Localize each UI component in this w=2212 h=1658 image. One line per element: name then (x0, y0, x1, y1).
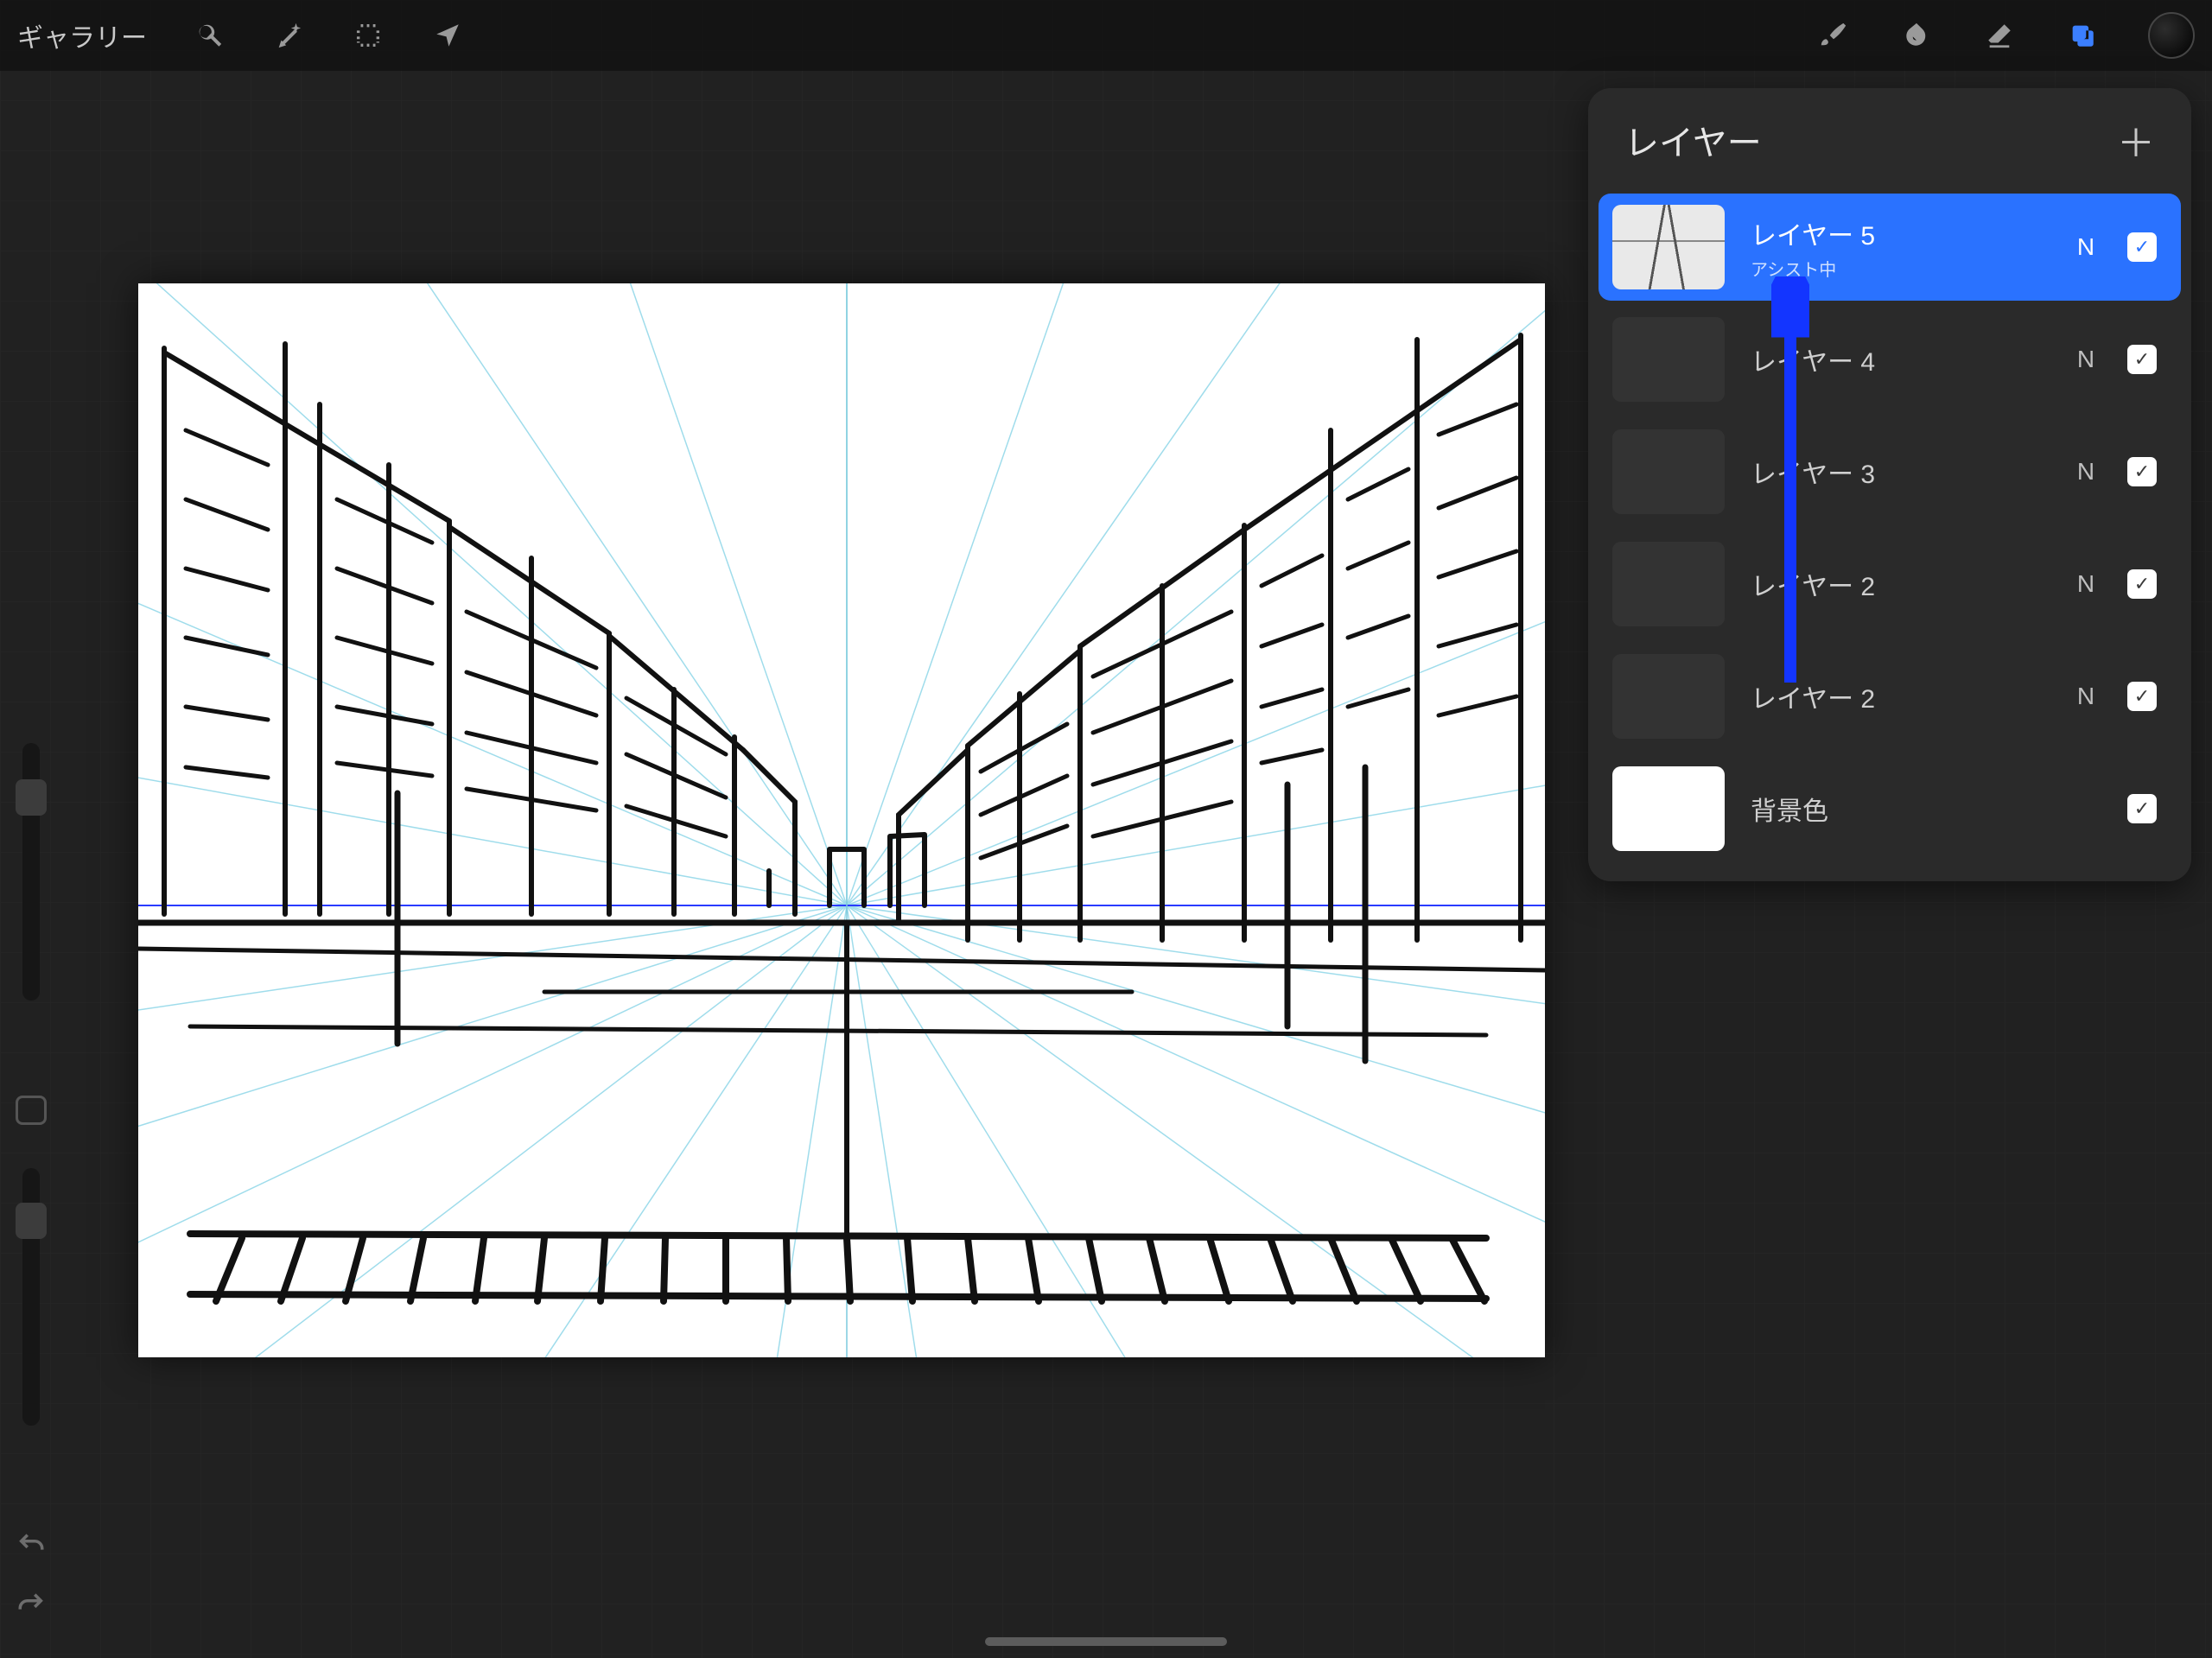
gallery-button[interactable]: ギャラリー (17, 16, 147, 54)
layer-row[interactable]: レイヤー 2 N ✓ (1599, 643, 2181, 750)
layer-blend-mode[interactable]: N (2070, 683, 2101, 710)
modifier-button[interactable] (16, 1096, 47, 1126)
layers-icon[interactable] (2065, 18, 2100, 53)
transform-arrow-icon[interactable] (430, 18, 465, 53)
layer-blend-mode[interactable]: N (2070, 458, 2101, 486)
brush-opacity-slider[interactable] (22, 1168, 40, 1426)
selection-icon[interactable] (351, 18, 385, 53)
layer-name-label: レイヤー 2 (1751, 565, 2044, 603)
layer-visibility-checkbox[interactable]: ✓ (2127, 232, 2157, 262)
layer-row[interactable]: レイヤー 3 N ✓ (1599, 418, 2181, 525)
layer-thumbnail[interactable] (1612, 205, 1725, 289)
layer-row[interactable]: レイヤー 4 N ✓ (1599, 306, 2181, 413)
add-layer-button[interactable]: ＋ (2117, 112, 2155, 168)
brush-size-thumb[interactable] (16, 779, 47, 816)
layer-thumbnail[interactable] (1612, 317, 1725, 402)
color-picker-chip[interactable] (2148, 12, 2195, 59)
layer-visibility-checkbox[interactable]: ✓ (2127, 569, 2157, 599)
layer-row[interactable]: 背景色 ✓ (1599, 755, 2181, 862)
layer-meta: レイヤー 2 (1751, 677, 2044, 715)
eraser-icon[interactable] (1982, 18, 2017, 53)
layer-name-label: レイヤー 2 (1751, 677, 2044, 715)
wand-icon[interactable] (271, 18, 306, 53)
redo-button[interactable] (16, 1590, 46, 1623)
layers-list: レイヤー 5アシスト中N✓レイヤー 4N✓レイヤー 3N✓レイヤー 2N✓レイヤ… (1588, 194, 2191, 881)
layer-name-label: レイヤー 3 (1751, 453, 2044, 491)
layer-meta: レイヤー 5 アシスト中 (1751, 214, 2044, 281)
layer-visibility-checkbox[interactable]: ✓ (2127, 682, 2157, 711)
layer-name-label: レイヤー 5 (1751, 214, 2044, 252)
layer-row[interactable]: レイヤー 5 アシスト中 N ✓ (1599, 194, 2181, 301)
toolbar-left-group: ギャラリー (17, 16, 465, 54)
home-indicator (985, 1637, 1227, 1646)
layer-name-label: 背景色 (1751, 790, 2044, 828)
smudge-icon[interactable] (1899, 18, 1934, 53)
layer-blend-mode[interactable]: N (2070, 233, 2101, 261)
top-toolbar: ギャラリー (0, 0, 2212, 71)
layers-panel-header: レイヤー ＋ (1588, 88, 2191, 194)
left-sidebar (3, 743, 59, 1426)
brush-opacity-thumb[interactable] (16, 1203, 47, 1239)
layers-panel: レイヤー ＋ レイヤー 5アシスト中N✓レイヤー 4N✓レイヤー 3N✓レイヤー… (1588, 88, 2191, 881)
undo-button[interactable] (16, 1530, 46, 1564)
layer-name-label: レイヤー 4 (1751, 340, 2044, 378)
layer-blend-mode[interactable]: N (2070, 570, 2101, 598)
layer-visibility-checkbox[interactable]: ✓ (2127, 794, 2157, 823)
layer-thumbnail[interactable] (1612, 766, 1725, 851)
layer-meta: レイヤー 3 (1751, 453, 2044, 491)
canvas[interactable] (138, 283, 1545, 1357)
brush-size-slider[interactable] (22, 743, 40, 1001)
layer-meta: 背景色 (1751, 790, 2044, 828)
layer-meta: レイヤー 2 (1751, 565, 2044, 603)
layer-meta: レイヤー 4 (1751, 340, 2044, 378)
layer-thumbnail[interactable] (1612, 542, 1725, 626)
undo-redo-group (3, 1530, 59, 1623)
toolbar-right-group (1816, 12, 2195, 59)
layers-panel-title: レイヤー (1624, 115, 1762, 165)
layer-row[interactable]: レイヤー 2 N ✓ (1599, 530, 2181, 638)
wrench-icon[interactable] (192, 18, 226, 53)
layer-thumbnail[interactable] (1612, 654, 1725, 739)
layer-visibility-checkbox[interactable]: ✓ (2127, 345, 2157, 374)
layer-visibility-checkbox[interactable]: ✓ (2127, 457, 2157, 486)
layer-blend-mode[interactable]: N (2070, 346, 2101, 373)
brush-icon[interactable] (1816, 18, 1851, 53)
layer-thumbnail[interactable] (1612, 429, 1725, 514)
layer-assist-label: アシスト中 (1751, 256, 2044, 281)
